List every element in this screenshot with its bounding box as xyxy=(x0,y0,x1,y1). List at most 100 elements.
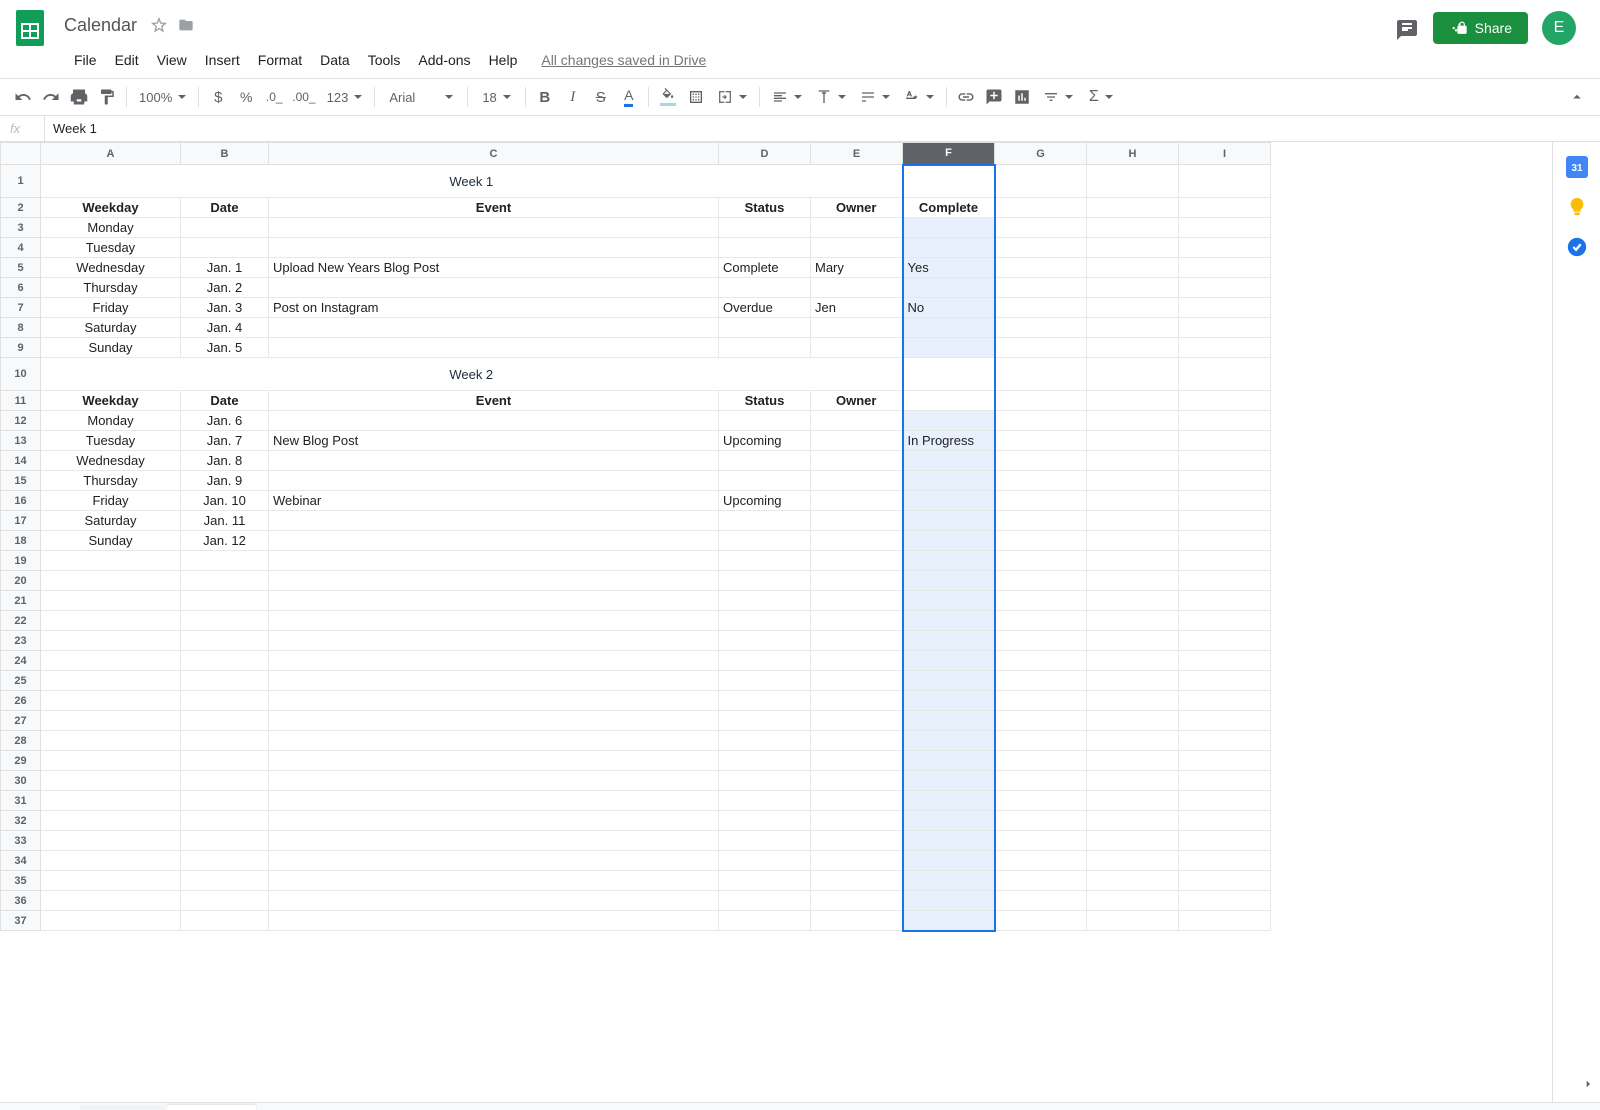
cell-F30[interactable] xyxy=(903,771,995,791)
cell-E16[interactable] xyxy=(811,491,903,511)
cell-G14[interactable] xyxy=(995,451,1087,471)
cell-G22[interactable] xyxy=(995,611,1087,631)
cell-F31[interactable] xyxy=(903,791,995,811)
account-avatar[interactable]: E xyxy=(1542,11,1576,45)
cell-F9[interactable] xyxy=(903,338,995,358)
cell-H37[interactable] xyxy=(1087,911,1179,931)
cell-I23[interactable] xyxy=(1179,631,1271,651)
cell-I36[interactable] xyxy=(1179,891,1271,911)
cell-D15[interactable] xyxy=(719,471,811,491)
cell-C34[interactable] xyxy=(269,851,719,871)
row-header-26[interactable]: 26 xyxy=(1,691,41,711)
cell-H29[interactable] xyxy=(1087,751,1179,771)
cell-C21[interactable] xyxy=(269,591,719,611)
cell-E30[interactable] xyxy=(811,771,903,791)
cell-D19[interactable] xyxy=(719,551,811,571)
cell-E4[interactable] xyxy=(811,238,903,258)
cell-D36[interactable] xyxy=(719,891,811,911)
cell-E9[interactable] xyxy=(811,338,903,358)
cell-A18[interactable]: Sunday xyxy=(41,531,181,551)
cell-H31[interactable] xyxy=(1087,791,1179,811)
row-header-23[interactable]: 23 xyxy=(1,631,41,651)
cell-I14[interactable] xyxy=(1179,451,1271,471)
cell-H22[interactable] xyxy=(1087,611,1179,631)
cell-D16[interactable]: Upcoming xyxy=(719,491,811,511)
cell-E27[interactable] xyxy=(811,711,903,731)
cell-F27[interactable] xyxy=(903,711,995,731)
cell-I37[interactable] xyxy=(1179,911,1271,931)
cell-A11[interactable]: Weekday xyxy=(41,391,181,411)
cell-F2[interactable]: Complete xyxy=(903,198,995,218)
cell-C33[interactable] xyxy=(269,831,719,851)
cell-G19[interactable] xyxy=(995,551,1087,571)
cell-G6[interactable] xyxy=(995,278,1087,298)
number-format-dropdown[interactable]: 123 xyxy=(321,84,369,110)
cell-F15[interactable] xyxy=(903,471,995,491)
cell-G32[interactable] xyxy=(995,811,1087,831)
cell-D13[interactable]: Upcoming xyxy=(719,431,811,451)
cell-G24[interactable] xyxy=(995,651,1087,671)
cell-A25[interactable] xyxy=(41,671,181,691)
cell-G35[interactable] xyxy=(995,871,1087,891)
cell-E13[interactable] xyxy=(811,431,903,451)
cell-G4[interactable] xyxy=(995,238,1087,258)
cell-I27[interactable] xyxy=(1179,711,1271,731)
cell-E8[interactable] xyxy=(811,318,903,338)
vertical-align-dropdown[interactable] xyxy=(810,84,852,110)
cell-A21[interactable] xyxy=(41,591,181,611)
cell-G8[interactable] xyxy=(995,318,1087,338)
cell-F12[interactable] xyxy=(903,411,995,431)
cell-D8[interactable] xyxy=(719,318,811,338)
cell-E6[interactable] xyxy=(811,278,903,298)
cell-A33[interactable] xyxy=(41,831,181,851)
cell-D23[interactable] xyxy=(719,631,811,651)
cell-I13[interactable] xyxy=(1179,431,1271,451)
cell-I10[interactable] xyxy=(1179,358,1271,391)
cell-B29[interactable] xyxy=(181,751,269,771)
row-header-7[interactable]: 7 xyxy=(1,298,41,318)
cell-B34[interactable] xyxy=(181,851,269,871)
row-header-29[interactable]: 29 xyxy=(1,751,41,771)
row-header-11[interactable]: 11 xyxy=(1,391,41,411)
col-header-H[interactable]: H xyxy=(1087,143,1179,165)
cell-G30[interactable] xyxy=(995,771,1087,791)
cell-H14[interactable] xyxy=(1087,451,1179,471)
cell-G13[interactable] xyxy=(995,431,1087,451)
sheet-tab-0[interactable]: Sheet1 xyxy=(80,1105,165,1110)
menu-tools[interactable]: Tools xyxy=(360,48,409,72)
cell-G5[interactable] xyxy=(995,258,1087,278)
cell-H33[interactable] xyxy=(1087,831,1179,851)
menu-edit[interactable]: Edit xyxy=(107,48,147,72)
functions-dropdown[interactable]: Σ xyxy=(1081,84,1121,110)
cell-G10[interactable] xyxy=(995,358,1087,391)
cell-F28[interactable] xyxy=(903,731,995,751)
cell-D20[interactable] xyxy=(719,571,811,591)
row-header-6[interactable]: 6 xyxy=(1,278,41,298)
cell-G17[interactable] xyxy=(995,511,1087,531)
cell-B35[interactable] xyxy=(181,871,269,891)
borders-button[interactable] xyxy=(683,84,709,110)
cell-B20[interactable] xyxy=(181,571,269,591)
cell-F4[interactable] xyxy=(903,238,995,258)
cell-A24[interactable] xyxy=(41,651,181,671)
formula-input[interactable] xyxy=(51,120,1590,137)
cell-I9[interactable] xyxy=(1179,338,1271,358)
cell-C4[interactable] xyxy=(269,238,719,258)
cell-A5[interactable]: Wednesday xyxy=(41,258,181,278)
cell-H28[interactable] xyxy=(1087,731,1179,751)
cell-I5[interactable] xyxy=(1179,258,1271,278)
row-header-1[interactable]: 1 xyxy=(1,165,41,198)
cell-I7[interactable] xyxy=(1179,298,1271,318)
cell-G3[interactable] xyxy=(995,218,1087,238)
cell-B24[interactable] xyxy=(181,651,269,671)
paint-format-button[interactable] xyxy=(94,84,120,110)
cell-H34[interactable] xyxy=(1087,851,1179,871)
side-panel-expand-icon[interactable] xyxy=(1578,1074,1598,1094)
col-header-D[interactable]: D xyxy=(719,143,811,165)
cell-A27[interactable] xyxy=(41,711,181,731)
cell-A9[interactable]: Sunday xyxy=(41,338,181,358)
row-header-18[interactable]: 18 xyxy=(1,531,41,551)
cell-I4[interactable] xyxy=(1179,238,1271,258)
cell-A14[interactable]: Wednesday xyxy=(41,451,181,471)
menu-data[interactable]: Data xyxy=(312,48,358,72)
